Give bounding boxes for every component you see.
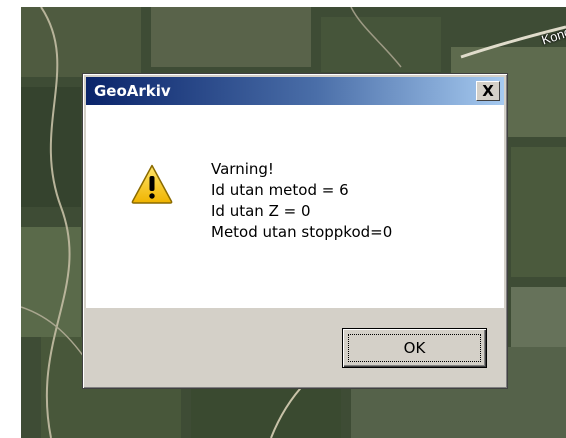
close-icon: X: [482, 81, 494, 100]
message-line-warning: Varning!: [211, 160, 274, 178]
ok-button-label: OK: [403, 339, 426, 357]
dialog-titlebar[interactable]: GeoArkiv X: [86, 77, 504, 105]
message-line-id-without-method: Id utan metod = 6: [211, 181, 349, 199]
dialog-content: Varning! Id utan metod = 6 Id utan Z = 0…: [86, 105, 504, 308]
warning-icon: [131, 164, 173, 204]
dialog-title: GeoArkiv: [94, 82, 171, 100]
dialog-message: Varning! Id utan metod = 6 Id utan Z = 0…: [211, 159, 392, 243]
close-button[interactable]: X: [476, 81, 500, 101]
message-line-method-without-stopcode: Metod utan stoppkod=0: [211, 223, 393, 241]
ok-button[interactable]: OK: [342, 328, 487, 368]
message-line-id-without-z: Id utan Z = 0: [211, 202, 311, 220]
message-dialog: GeoArkiv X Varning! Id utan metod = 6 Id…: [82, 73, 508, 389]
screen: Kong GeoArkiv X Varning! Id utan metod =…: [0, 0, 566, 438]
